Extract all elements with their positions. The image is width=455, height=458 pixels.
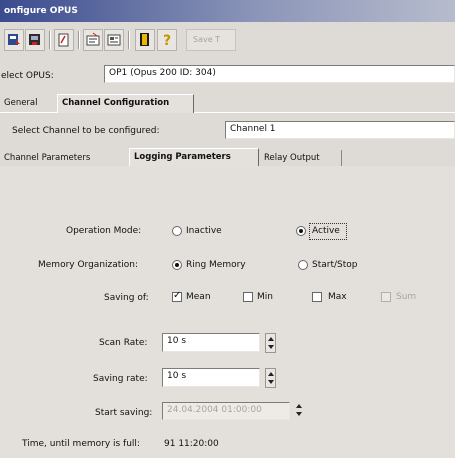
- start-saving-value: 24.04.2004 01:00:00: [167, 405, 262, 415]
- tab-logging-parameters-label: Logging Parameters: [134, 152, 231, 162]
- scan-rate-input[interactable]: 10 s: [162, 333, 260, 352]
- configure-opus-window: onfigure OPUS ? Save T elect OPUS: OP1 (…: [0, 0, 455, 458]
- book-icon[interactable]: [135, 29, 155, 51]
- memory-startstop-radio[interactable]: [298, 260, 308, 270]
- memory-full-value: 91 11:20:00: [164, 439, 219, 449]
- tab-channel-configuration-label: Channel Configuration: [62, 98, 170, 108]
- save-button-label: Save T: [193, 35, 221, 44]
- saving-mean-checkbox[interactable]: [172, 290, 182, 302]
- spinner-up-icon: [296, 404, 302, 408]
- tab-channel-configuration[interactable]: Channel Configuration: [57, 94, 194, 113]
- select-opus-value: OP1 (Opus 200 ID: 304): [109, 68, 216, 78]
- channel-select-field[interactable]: Channel 1: [225, 121, 455, 139]
- saving-sum-checkbox: [381, 292, 391, 302]
- toolbar-icon-3[interactable]: [54, 29, 74, 51]
- scan-rate-label: Scan Rate:: [99, 338, 148, 348]
- save-button: Save T: [186, 29, 236, 51]
- toolbar: ? Save T: [0, 29, 455, 57]
- tab-relay-output-label: Relay Output: [264, 153, 320, 163]
- saving-rate-value: 10 s: [167, 371, 187, 381]
- spinner-down-icon[interactable]: [268, 380, 274, 384]
- spinner-down-icon[interactable]: [268, 345, 274, 349]
- memory-organization-label: Memory Organization:: [38, 260, 139, 270]
- memory-startstop-label: Start/Stop: [312, 260, 358, 270]
- channel-select-label: Select Channel to be configured:: [12, 126, 160, 136]
- svg-text:?: ?: [163, 33, 171, 48]
- operation-mode-inactive-radio[interactable]: [172, 226, 182, 236]
- memory-full-label: Time, until memory is full:: [22, 439, 140, 449]
- operation-mode-active-radio[interactable]: [296, 226, 306, 236]
- scan-rate-spinner[interactable]: [265, 333, 276, 353]
- memory-ring-label: Ring Memory: [186, 260, 246, 270]
- saving-min-checkbox[interactable]: [243, 292, 253, 302]
- toolbar-icon-2[interactable]: [25, 29, 45, 51]
- saving-rate-input[interactable]: 10 s: [162, 368, 260, 387]
- saving-mean-label: Mean: [186, 292, 211, 302]
- operation-mode-active-label: Active: [312, 226, 340, 236]
- select-opus-label: elect OPUS:: [1, 71, 54, 81]
- saving-max-checkbox[interactable]: [312, 292, 322, 302]
- toolbar-icon-5[interactable]: [104, 29, 124, 51]
- select-opus-field[interactable]: OP1 (Opus 200 ID: 304): [104, 65, 455, 83]
- operation-mode-label: Operation Mode:: [66, 226, 142, 236]
- saving-rate-label: Saving rate:: [93, 374, 148, 384]
- saving-of-label: Saving of:: [104, 293, 149, 303]
- saving-max-label: Max: [328, 292, 347, 302]
- title-bar: onfigure OPUS: [0, 0, 455, 22]
- start-saving-spinner: [294, 401, 305, 421]
- start-saving-label: Start saving:: [95, 408, 153, 418]
- tab-logging-parameters[interactable]: Logging Parameters: [129, 148, 259, 167]
- spinner-up-icon[interactable]: [268, 372, 274, 376]
- memory-ring-radio[interactable]: [172, 260, 182, 270]
- operation-mode-inactive-label: Inactive: [186, 226, 222, 236]
- tab-channel-parameters[interactable]: Channel Parameters: [0, 150, 130, 167]
- spinner-down-icon: [296, 412, 302, 416]
- scan-rate-value: 10 s: [167, 336, 187, 346]
- window-title: onfigure OPUS: [4, 6, 78, 16]
- saving-sum-label: Sum: [396, 292, 417, 302]
- toolbar-icon-4[interactable]: [83, 29, 103, 51]
- start-saving-input: 24.04.2004 01:00:00: [162, 402, 290, 420]
- channel-select-value: Channel 1: [230, 124, 276, 134]
- saving-rate-spinner[interactable]: [265, 368, 276, 388]
- saving-min-label: Min: [257, 292, 273, 302]
- help-icon[interactable]: ?: [157, 29, 177, 51]
- tab-channel-parameters-label: Channel Parameters: [4, 153, 91, 163]
- tab-general[interactable]: General: [0, 95, 58, 112]
- toolbar-icon-1[interactable]: [4, 29, 24, 51]
- tab-general-label: General: [4, 98, 38, 108]
- tab-relay-output[interactable]: Relay Output: [260, 150, 342, 167]
- spinner-up-icon[interactable]: [268, 337, 274, 341]
